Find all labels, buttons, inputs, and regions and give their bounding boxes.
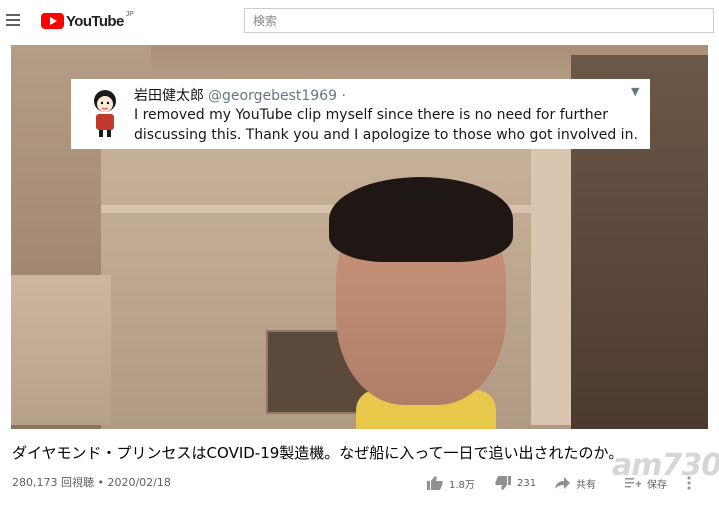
share-button[interactable]: 共有 [555, 474, 596, 492]
search-box[interactable] [244, 8, 714, 33]
tweet-author: 岩田健太郎 @georgebest1969 · [134, 85, 346, 105]
tweet-overlay[interactable]: 岩田健太郎 @georgebest1969 · ▼ I removed my Yo… [71, 79, 650, 149]
thumbs-down-icon [495, 476, 511, 490]
tweet-avatar [94, 90, 116, 137]
logo-text: YouTube [66, 12, 124, 30]
like-count: 1.8万 [449, 479, 475, 491]
watermark-logo: am730 [612, 448, 719, 483]
thumbs-up-icon [427, 476, 443, 490]
share-icon [555, 477, 570, 489]
tweet-handle: @georgebest1969 · [208, 88, 346, 104]
tweet-text: I removed my YouTube clip myself since t… [134, 107, 638, 143]
chevron-down-icon[interactable]: ▼ [631, 85, 639, 98]
dislike-button[interactable]: 231 [495, 474, 536, 492]
video-views-date: 280,173 回視聴 • 2020/02/18 [12, 476, 171, 489]
like-button[interactable]: 1.8万 [427, 474, 475, 492]
video-title: ダイヤモンド・プリンセスはCOVID-19製造機。なぜ船に入って一日で追い出され… [12, 444, 624, 462]
logo-region: JP [125, 11, 134, 18]
share-label: 共有 [576, 479, 596, 491]
tweet-author-name: 岩田健太郎 [134, 88, 204, 104]
youtube-logo[interactable]: YouTube JP [41, 11, 134, 30]
dislike-count: 231 [517, 477, 537, 489]
search-input[interactable] [245, 9, 713, 32]
menu-icon[interactable] [6, 14, 20, 26]
youtube-play-icon [41, 13, 64, 29]
top-bar: YouTube JP [0, 0, 719, 40]
